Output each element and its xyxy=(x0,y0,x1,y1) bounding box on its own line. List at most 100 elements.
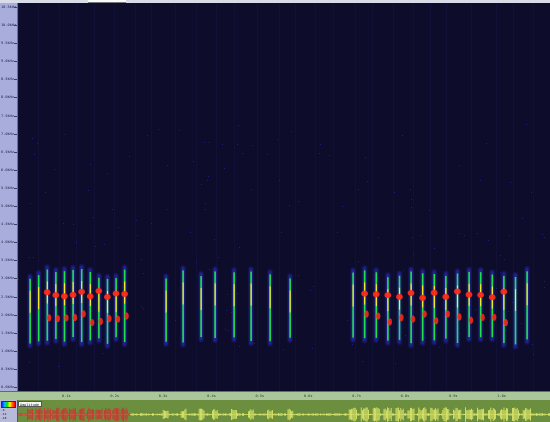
noise-speck xyxy=(54,169,55,170)
noise-speck xyxy=(267,154,268,155)
noise-speck xyxy=(533,354,534,355)
call-pulse-bright xyxy=(289,290,291,313)
time-tick-label: 1.0s xyxy=(497,394,506,398)
call-pulse-core xyxy=(182,270,184,343)
call-pulse-bright xyxy=(352,284,354,307)
noise-speck xyxy=(413,254,414,255)
call-pulse-peak xyxy=(410,315,416,323)
noise-speck xyxy=(141,259,142,260)
spectrogram-canvas[interactable] xyxy=(18,3,550,391)
noise-column xyxy=(315,3,316,391)
frequency-tick-label: 3.0kHz xyxy=(1,276,14,281)
frequency-tick xyxy=(14,43,17,45)
noise-column xyxy=(533,3,534,391)
time-tick-label: 0.5s xyxy=(255,394,265,398)
call-pulse-peak xyxy=(47,314,52,322)
noise-speck xyxy=(532,344,533,345)
call-pulse-peak xyxy=(488,294,496,301)
noise-speck xyxy=(228,330,229,331)
noise-speck xyxy=(254,343,255,344)
call-pulse-core xyxy=(410,271,412,344)
call-pulse-core xyxy=(80,269,83,342)
noise-speck xyxy=(504,259,505,260)
noise-speck xyxy=(29,257,30,258)
noise-speck xyxy=(405,335,406,336)
call-pulse-peak xyxy=(384,292,392,299)
frequency-tick-label: 4.5kHz xyxy=(1,222,14,227)
amplitude-label: -18 xyxy=(1,416,7,420)
frequency-tick xyxy=(14,61,17,63)
waveform-panel[interactable]: -6 -12 -18 Amplitude xyxy=(0,400,550,422)
noise-speck xyxy=(281,232,282,233)
call-pulse-bright xyxy=(182,282,184,305)
noise-speck xyxy=(143,273,144,274)
noise-speck xyxy=(112,209,113,210)
spectrogram-viewer: 10.5kHz 10.0kHz 9.5kHz 9.0kHz 8.5kHz 8.0kHz 7.… xyxy=(0,0,550,422)
call-pulse-core xyxy=(526,271,528,340)
call-pulse-bright xyxy=(214,283,216,306)
call-pulse-peak xyxy=(500,288,508,295)
noise-speck xyxy=(313,286,314,287)
frequency-tick xyxy=(14,7,17,8)
frequency-tick-label: 1.0kHz xyxy=(1,348,14,353)
call-pulse-bright xyxy=(38,287,40,310)
noise-column xyxy=(355,3,356,391)
noise-column xyxy=(471,3,472,391)
call-pulse-peak xyxy=(422,310,427,318)
spectrogram-svg[interactable] xyxy=(18,3,550,391)
noise-speck xyxy=(395,363,396,364)
frequency-tick xyxy=(14,79,17,81)
noise-column xyxy=(135,3,136,391)
noise-speck xyxy=(45,192,46,193)
call-pulse-peak xyxy=(361,290,368,297)
noise-speck xyxy=(500,255,501,256)
noise-speck xyxy=(63,223,64,224)
noise-speck xyxy=(367,181,368,182)
call-pulse-peak xyxy=(480,313,485,322)
noise-speck xyxy=(167,165,168,166)
amplitude-labels: -6 -12 -18 xyxy=(1,408,6,420)
frequency-tick xyxy=(14,332,17,334)
noise-speck xyxy=(29,362,30,363)
call-pulse-peak xyxy=(61,293,68,300)
noise-speck xyxy=(136,220,137,221)
call-pulse-peak xyxy=(372,291,380,298)
call-pulse-peak xyxy=(376,312,381,320)
frequency-tick-label: 8.5kHz xyxy=(1,77,14,82)
call-pulse-peak xyxy=(112,290,120,297)
frequency-tick xyxy=(14,387,17,388)
noise-speck xyxy=(143,308,144,309)
noise-column xyxy=(295,3,296,391)
call-pulse-bright xyxy=(29,290,31,313)
call-pulse-peak xyxy=(468,316,474,324)
call-pulse-peak xyxy=(104,294,111,301)
noise-speck xyxy=(439,347,440,348)
noise-column xyxy=(151,3,152,391)
call-pulse-core xyxy=(456,273,459,344)
noise-speck xyxy=(231,312,232,313)
noise-speck xyxy=(18,279,19,280)
call-pulse-peak xyxy=(419,294,426,301)
noise-column xyxy=(94,3,95,391)
noise-column xyxy=(513,3,514,391)
noise-speck xyxy=(151,223,152,224)
noise-speck xyxy=(378,237,379,238)
noise-speck xyxy=(531,192,532,193)
call-pulse-core xyxy=(63,271,66,342)
call-pulse-bright xyxy=(514,288,517,311)
call-pulse-core xyxy=(46,269,49,341)
noise-speck xyxy=(477,233,478,234)
noise-speck xyxy=(107,173,108,174)
noise-speck xyxy=(394,192,395,193)
frequency-tick xyxy=(14,368,17,370)
noise-speck xyxy=(508,311,509,312)
frequency-tick xyxy=(14,97,17,99)
frequency-tick xyxy=(14,169,17,171)
frequency-tick xyxy=(14,278,17,280)
noise-speck xyxy=(544,287,545,288)
waveform-svg[interactable] xyxy=(18,407,550,422)
frequency-tick-label: 1.5kHz xyxy=(1,330,14,335)
noise-speck xyxy=(226,310,227,311)
frequency-tick xyxy=(14,242,17,244)
noise-speck xyxy=(207,180,208,181)
